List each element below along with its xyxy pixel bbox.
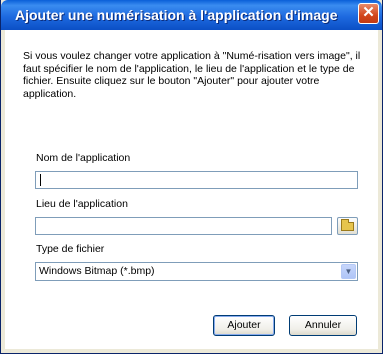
app-name-label: Nom de l'application	[36, 152, 131, 164]
title-bar[interactable]: Ajouter une numérisation à l'application…	[1, 0, 382, 30]
browse-button[interactable]	[337, 217, 358, 235]
close-icon: ✕	[362, 4, 375, 21]
cancel-button[interactable]: Annuler	[289, 315, 357, 336]
file-type-select[interactable]: Windows Bitmap (*.bmp) ▼	[35, 262, 358, 281]
app-name-input[interactable]	[35, 171, 358, 189]
description-text: Si vous voulez changer votre application…	[23, 50, 361, 100]
dialog-content: Si vous voulez changer votre application…	[5, 30, 378, 349]
chevron-down-icon[interactable]: ▼	[341, 264, 356, 279]
window-title: Ajouter une numérisation à l'application…	[15, 7, 338, 23]
app-location-label: Lieu de l'application	[36, 198, 128, 210]
app-location-input[interactable]	[35, 217, 332, 235]
file-type-label: Type de fichier	[36, 243, 105, 255]
dialog-window: Ajouter une numérisation à l'application…	[0, 0, 383, 354]
folder-icon	[341, 219, 354, 231]
close-button[interactable]: ✕	[358, 3, 379, 24]
add-button[interactable]: Ajouter	[213, 315, 275, 336]
file-type-value: Windows Bitmap (*.bmp)	[39, 265, 155, 277]
text-caret	[40, 174, 41, 186]
